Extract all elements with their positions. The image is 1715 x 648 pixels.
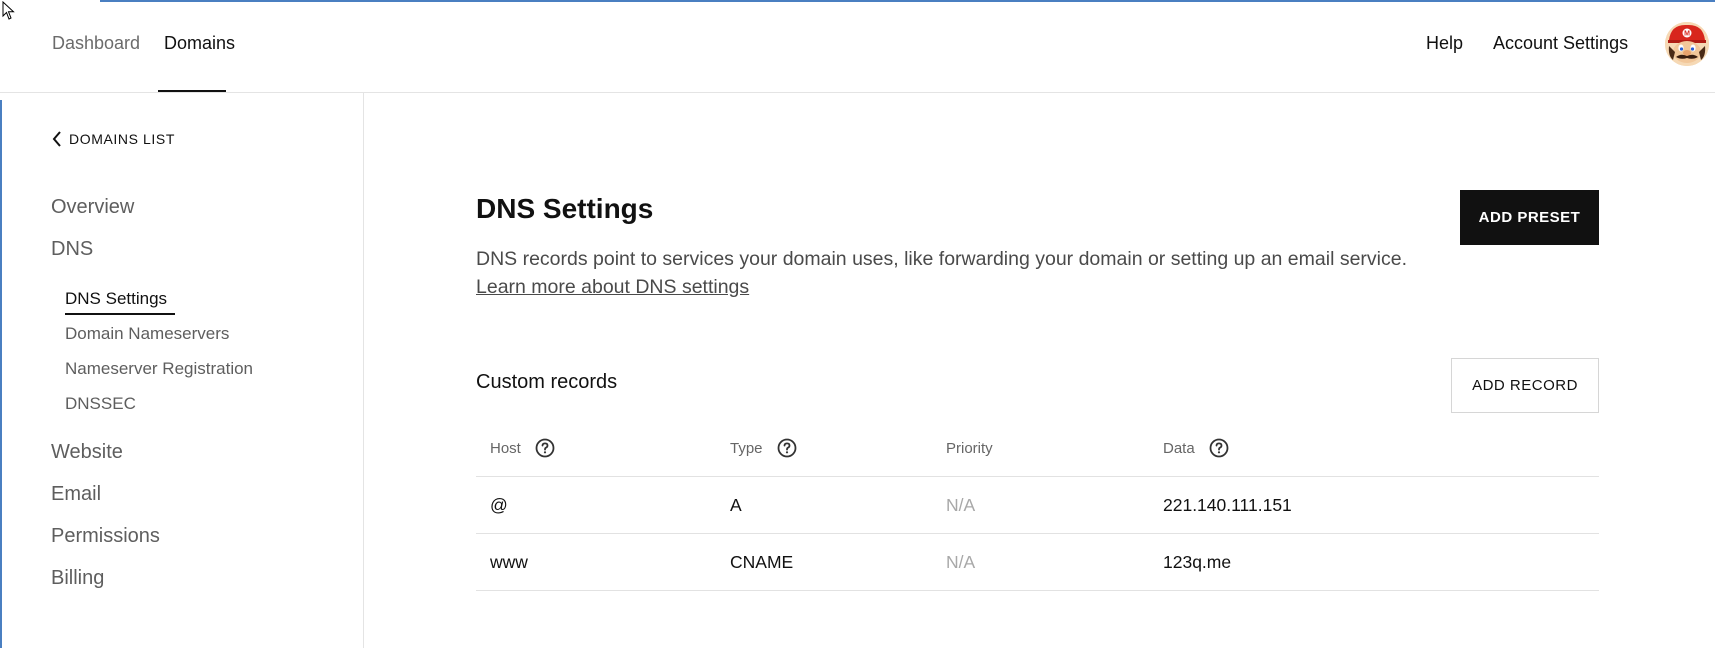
header-host-cell: Host xyxy=(490,420,555,476)
nav-dashboard-link[interactable]: Dashboard xyxy=(52,33,140,54)
sidebar-subitem-dns-settings[interactable]: DNS Settings xyxy=(65,289,167,309)
sidebar-subitem-dnssec[interactable]: DNSSEC xyxy=(65,394,136,414)
custom-records-title: Custom records xyxy=(476,371,618,393)
nav-active-indicator xyxy=(158,90,226,92)
row-host: www xyxy=(490,551,528,572)
records-table: Host Type Priority Data @ A N/A 221.140.… xyxy=(476,420,1599,591)
sidebar-subitem-domain-nameservers[interactable]: Domain Nameservers xyxy=(65,324,229,344)
header-type: Type xyxy=(730,439,763,457)
table-row[interactable]: @ A N/A 221.140.111.151 xyxy=(476,477,1599,534)
header-data: Data xyxy=(1163,439,1195,457)
chevron-left-icon xyxy=(52,131,61,147)
back-link-label: DOMAINS LIST xyxy=(69,131,175,147)
header-data-cell: Data xyxy=(1163,420,1229,476)
sidebar-active-indicator xyxy=(65,313,175,315)
sidebar-subitem-nameserver-registration[interactable]: Nameserver Registration xyxy=(65,359,253,379)
sidebar-item-permissions[interactable]: Permissions xyxy=(51,525,160,548)
row-type: CNAME xyxy=(730,551,794,572)
row-data: 221.140.111.151 xyxy=(1163,494,1292,515)
page-title: DNS Settings xyxy=(476,193,654,224)
sidebar-item-email[interactable]: Email xyxy=(51,483,101,506)
header-host: Host xyxy=(490,439,521,457)
header-priority-cell: Priority xyxy=(946,420,993,476)
data-help-icon[interactable] xyxy=(1209,438,1229,458)
table-row[interactable]: www CNAME N/A 123q.me xyxy=(476,534,1599,591)
top-navigation: Dashboard Domains Help Account Settings … xyxy=(0,0,1715,93)
row-priority: N/A xyxy=(946,551,976,572)
nav-domains-link[interactable]: Domains xyxy=(164,33,235,54)
svg-text:M: M xyxy=(1684,31,1690,38)
sidebar: DOMAINS LIST Overview DNS DNS Settings D… xyxy=(0,93,364,648)
row-priority: N/A xyxy=(946,494,976,515)
add-preset-button[interactable]: ADD PRESET xyxy=(1460,190,1599,245)
avatar[interactable]: M xyxy=(1665,22,1709,66)
add-record-button[interactable]: ADD RECORD xyxy=(1451,358,1599,413)
nav-help-link[interactable]: Help xyxy=(1426,33,1463,54)
sidebar-item-billing[interactable]: Billing xyxy=(51,567,104,590)
header-type-cell: Type xyxy=(730,420,797,476)
table-header-row: Host Type Priority Data xyxy=(476,420,1599,477)
header-priority: Priority xyxy=(946,439,993,457)
sidebar-item-overview[interactable]: Overview xyxy=(51,196,134,219)
nav-account-settings-link[interactable]: Account Settings xyxy=(1493,33,1628,54)
page-description: DNS records point to services your domai… xyxy=(476,245,1436,301)
description-text: DNS records point to services your domai… xyxy=(476,248,1408,270)
type-help-icon[interactable] xyxy=(777,438,797,458)
row-type: A xyxy=(730,494,742,515)
row-data: 123q.me xyxy=(1163,551,1232,572)
host-help-icon[interactable] xyxy=(535,438,555,458)
sidebar-item-website[interactable]: Website xyxy=(51,441,123,464)
sidebar-item-dns[interactable]: DNS xyxy=(51,238,93,261)
mario-avatar-icon: M xyxy=(1665,22,1709,66)
learn-more-link[interactable]: Learn more about DNS settings xyxy=(476,276,749,298)
domains-list-back-link[interactable]: DOMAINS LIST xyxy=(51,130,175,148)
row-host: @ xyxy=(490,494,508,515)
